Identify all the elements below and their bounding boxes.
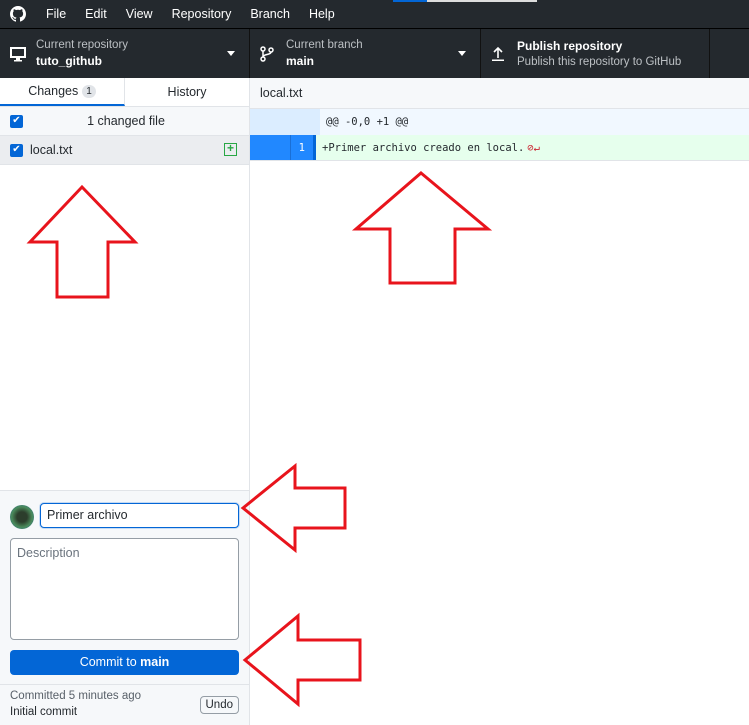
repo-name: tuto_github xyxy=(36,54,102,68)
desktop-icon xyxy=(10,46,36,62)
no-newline-icon: ⊘↵ xyxy=(527,142,540,154)
git-branch-icon xyxy=(260,45,286,62)
file-list-item[interactable]: ✔ local.txt + xyxy=(0,136,249,165)
menu-repository[interactable]: Repository xyxy=(162,7,241,21)
changed-files-count: 1 changed file xyxy=(87,114,165,128)
menu-edit[interactable]: Edit xyxy=(75,7,116,21)
line-text: +Primer archivo creado en local. xyxy=(322,142,525,154)
github-logo-icon xyxy=(0,6,36,22)
changed-files-header: ✔ 1 changed file xyxy=(0,107,249,136)
commit-button[interactable]: Commit to main xyxy=(10,650,239,675)
tab-changes[interactable]: Changes 1 xyxy=(0,78,125,106)
commit-button-prefix: Commit to xyxy=(79,655,141,669)
branch-label: Current branch xyxy=(286,39,363,51)
file-name: local.txt xyxy=(30,143,73,157)
branch-name: main xyxy=(286,54,315,68)
line-number: 1 xyxy=(290,135,316,160)
chevron-down-icon xyxy=(458,51,466,56)
commit-summary-input[interactable]: Primer archivo xyxy=(40,503,239,528)
tab-changes-label: Changes xyxy=(28,84,79,98)
upload-arrow-icon xyxy=(491,46,517,62)
select-all-checkbox[interactable]: ✔ xyxy=(10,114,23,128)
repo-label: Current repository xyxy=(36,39,129,51)
current-branch-button[interactable]: Current branch main xyxy=(250,29,481,78)
commit-button-branch: main xyxy=(140,655,170,669)
file-added-icon: + xyxy=(224,142,237,156)
commit-form: Primer archivo Description Commit to mai… xyxy=(0,490,249,684)
last-commit-panel: Committed 5 minutes ago Initial commit U… xyxy=(0,684,249,725)
diff-view: local.txt @@ -0,0 +1 @@ 1 +Primer archiv… xyxy=(250,78,749,725)
menu-file[interactable]: File xyxy=(36,7,75,21)
diff-file-header: local.txt xyxy=(250,78,749,109)
menu-branch[interactable]: Branch xyxy=(240,7,299,21)
undo-button[interactable]: Undo xyxy=(199,696,239,714)
publish-repository-button[interactable]: Publish repository Publish this repositor… xyxy=(481,29,710,78)
changes-count-badge: 1 xyxy=(82,84,96,98)
menu-view[interactable]: View xyxy=(116,7,162,21)
sidebar: Changes 1 History ✔ 1 changed file ✔ loca… xyxy=(0,78,250,725)
hunk-text: @@ -0,0 +1 @@ xyxy=(326,116,409,128)
window-highlight-2 xyxy=(427,0,537,2)
avatar xyxy=(10,505,34,529)
tab-history[interactable]: History xyxy=(125,78,249,106)
window-highlight xyxy=(393,0,427,2)
file-checkbox[interactable]: ✔ xyxy=(10,143,23,157)
toolbar: Current repository tuto_github Current br… xyxy=(0,28,749,78)
publish-subtitle: Publish this repository to GitHub xyxy=(517,56,682,68)
menu-help[interactable]: Help xyxy=(299,7,344,21)
current-repository-button[interactable]: Current repository tuto_github xyxy=(0,29,250,78)
menu-bar: File Edit View Repository Branch Help xyxy=(0,0,749,28)
diff-line[interactable]: 1 +Primer archivo creado en local. ⊘↵ xyxy=(250,135,749,161)
commit-description-input[interactable]: Description xyxy=(10,538,239,640)
diff-hunk-header: @@ -0,0 +1 @@ xyxy=(250,109,749,135)
chevron-down-icon xyxy=(227,51,235,56)
publish-title: Publish repository xyxy=(517,39,623,53)
